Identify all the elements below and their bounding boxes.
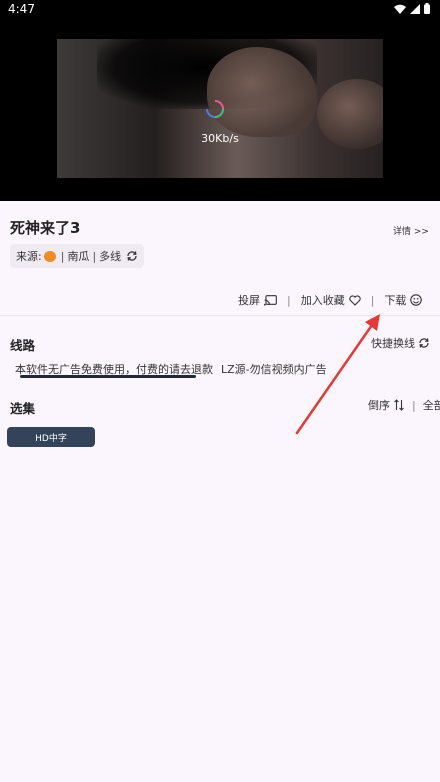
route-tab[interactable]: LZ源-勿信视频内广告 <box>221 361 327 377</box>
source-name: 南瓜 <box>67 250 90 263</box>
favorite-label: 加入收藏 <box>300 294 345 307</box>
routes-title: 线路 <box>10 338 36 353</box>
cast-icon <box>264 294 277 306</box>
cast-button[interactable]: 投屏 <box>238 292 277 308</box>
route-tab-indicator <box>20 375 196 378</box>
quick-switch-button[interactable]: 快捷换线 <box>371 335 430 351</box>
source-route: 多线 <box>99 250 122 263</box>
episode-controls: 倒序 | 全部 <box>368 397 440 413</box>
favorite-button[interactable]: 加入收藏 <box>301 292 361 308</box>
divider: | <box>60 249 65 263</box>
download-label: 下载 <box>384 294 407 307</box>
source-selector[interactable]: 来源: | 南瓜 | 多线 <box>10 244 145 268</box>
cast-label: 投屏 <box>238 294 260 307</box>
sort-order-label: 倒序 <box>368 399 390 412</box>
source-prefix: 来源: <box>16 250 42 263</box>
section-divider <box>0 315 440 316</box>
divider: | <box>92 249 97 263</box>
download-icon <box>410 294 423 306</box>
show-all-label: 全部 <box>422 399 440 412</box>
quick-switch-label: 快捷换线 <box>371 337 415 350</box>
sort-icon <box>393 399 405 411</box>
video-frame[interactable]: 30Kb/s <box>57 39 383 178</box>
loading-spinner-icon <box>205 99 225 119</box>
divider: | <box>370 293 375 307</box>
battery-icon <box>424 3 430 14</box>
episodes-title: 选集 <box>10 401 36 416</box>
download-button[interactable]: 下载 <box>384 292 423 308</box>
status-time: 4:47 <box>8 2 35 16</box>
video-title: 死神来了3 <box>10 219 81 237</box>
refresh-icon <box>418 337 430 349</box>
action-bar: 投屏 | 加入收藏 | 下载 <box>238 292 428 308</box>
refresh-icon <box>126 250 138 262</box>
signal-icon <box>410 3 420 14</box>
divider: | <box>412 398 416 412</box>
divider: | <box>287 293 291 307</box>
wifi-icon <box>394 4 406 14</box>
detail-link[interactable]: 详情 >> <box>393 224 429 237</box>
video-player-area[interactable]: 4:47 30Kb/s <box>0 0 440 201</box>
status-icons <box>394 3 430 14</box>
show-all-button[interactable]: 全部 <box>423 397 440 413</box>
sort-order-button[interactable]: 倒序 <box>368 397 405 413</box>
buffer-speed: 30Kb/s <box>201 132 239 145</box>
episode-button[interactable]: HD中字 <box>7 427 95 447</box>
heart-icon <box>349 294 361 306</box>
pumpkin-icon <box>43 250 56 262</box>
